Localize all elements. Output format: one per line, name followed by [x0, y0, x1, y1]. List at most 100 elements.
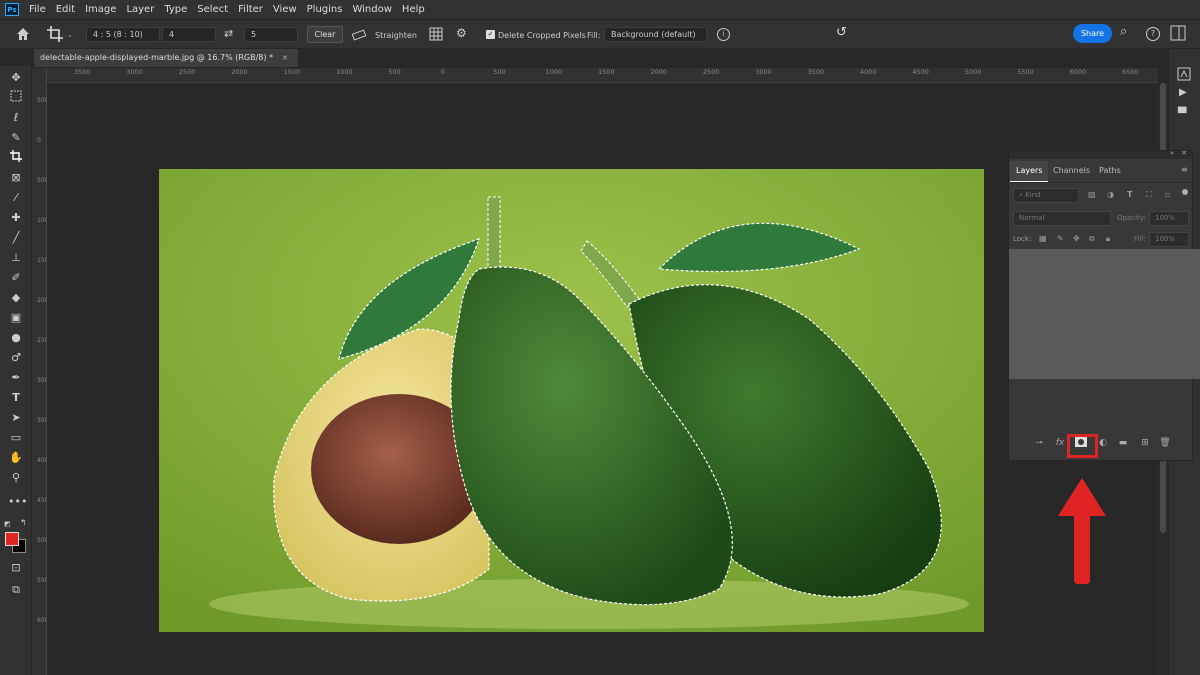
comment-icon[interactable]: ▀: [1178, 107, 1186, 120]
clear-button[interactable]: Clear: [307, 26, 343, 43]
fill-select[interactable]: Background (default): [604, 27, 707, 42]
filter-type-icon[interactable]: T: [1127, 190, 1132, 199]
quick-mask-icon[interactable]: ⊡: [8, 560, 24, 576]
lock-position-icon[interactable]: ✥: [1073, 234, 1080, 243]
default-colors-icon[interactable]: ◩: [4, 520, 11, 528]
zoom-icon[interactable]: ⚲: [8, 470, 24, 486]
layers-list[interactable]: [1009, 249, 1200, 379]
document-image[interactable]: [159, 169, 984, 632]
menu-filter[interactable]: Filter: [238, 4, 263, 15]
info-icon[interactable]: i: [717, 28, 730, 41]
brush-icon[interactable]: ╱: [8, 230, 24, 246]
blur-icon[interactable]: ●: [8, 330, 24, 346]
play-icon[interactable]: ▶: [1179, 87, 1187, 98]
blend-mode-select[interactable]: Normal: [1013, 211, 1111, 226]
crop-width-input[interactable]: 4: [162, 27, 216, 42]
menu-image[interactable]: Image: [85, 4, 116, 15]
straighten-label[interactable]: Straighten: [375, 31, 417, 40]
document-tab[interactable]: delectable-apple-displayed-marble.jpg @ …: [34, 49, 298, 67]
photoshop-logo[interactable]: Ps: [5, 3, 19, 16]
healing-brush-icon[interactable]: ✚: [8, 210, 24, 226]
grid-overlay-icon[interactable]: [429, 27, 443, 41]
delete-cropped-checkbox[interactable]: ✓: [486, 30, 495, 39]
ruler-tick: 2000: [37, 297, 53, 304]
pen-icon[interactable]: ✒: [8, 370, 24, 386]
lock-all-icon[interactable]: 🔒︎: [1106, 234, 1110, 244]
swap-icon[interactable]: ⇄: [224, 27, 233, 40]
hand-icon[interactable]: ✋: [8, 450, 24, 466]
move-tool-icon[interactable]: ✥: [8, 70, 24, 86]
menu-file[interactable]: File: [29, 4, 46, 15]
lock-artboard-icon[interactable]: ⧉: [1089, 234, 1095, 244]
ruler-tick: 5500: [1017, 68, 1034, 76]
new-layer-icon[interactable]: ⊞: [1139, 437, 1151, 449]
frame-tool-icon[interactable]: ⊠: [8, 170, 24, 186]
swap-colors-icon[interactable]: ↰: [20, 518, 27, 527]
menu-window[interactable]: Window: [352, 4, 391, 15]
delete-layer-icon[interactable]: 🗑︎: [1159, 437, 1171, 449]
help-icon[interactable]: ?: [1146, 27, 1160, 41]
tab-channels[interactable]: Channels: [1047, 161, 1096, 181]
lock-pixels-icon[interactable]: ✎: [1057, 234, 1064, 243]
crop-ratio-select[interactable]: 4 : 5 (8 : 10): [86, 27, 160, 42]
filter-toggle-icon[interactable]: [1182, 189, 1188, 195]
history-brush-icon[interactable]: ✐: [8, 270, 24, 286]
close-panel-icon[interactable]: ✕: [1181, 149, 1187, 157]
filter-pixel-icon[interactable]: ▨: [1088, 190, 1096, 199]
menu-type[interactable]: Type: [164, 4, 187, 15]
menu-view[interactable]: View: [273, 4, 297, 15]
filter-shape-icon[interactable]: ⛶: [1146, 190, 1152, 200]
opacity-input[interactable]: 100%: [1149, 211, 1189, 226]
filter-kind-select[interactable]: ⌕ Kind: [1013, 188, 1079, 203]
ruler-tick: 500: [37, 177, 49, 184]
panel-menu-icon[interactable]: ≡: [1181, 165, 1188, 174]
home-icon[interactable]: [15, 26, 31, 42]
filter-adjustment-icon[interactable]: ◑: [1107, 190, 1114, 199]
chevron-down-icon[interactable]: ⌄: [67, 31, 73, 39]
link-layers-icon[interactable]: ⊸: [1033, 437, 1045, 449]
path-selection-icon[interactable]: ➤: [8, 410, 24, 426]
menu-plugins[interactable]: Plugins: [307, 4, 343, 15]
new-group-icon[interactable]: ▬: [1117, 437, 1129, 449]
screen-mode-icon[interactable]: ⧉: [8, 582, 24, 598]
clone-stamp-icon[interactable]: ⊥: [8, 250, 24, 266]
lasso-tool-icon[interactable]: ℓ: [8, 110, 24, 126]
tab-layers[interactable]: Layers: [1010, 161, 1049, 182]
gear-icon[interactable]: ⚙: [456, 26, 467, 40]
collapse-icon[interactable]: »: [1170, 149, 1174, 157]
adjustment-layer-icon[interactable]: ◐: [1097, 437, 1109, 449]
search-icon[interactable]: ⌕: [1120, 24, 1127, 39]
eyedropper-icon[interactable]: ⁄: [8, 190, 24, 206]
ruler-tick: 2500: [178, 68, 196, 76]
fx-icon[interactable]: fx: [1054, 437, 1066, 449]
share-button[interactable]: Share: [1073, 24, 1112, 43]
panel-header-bar[interactable]: » ✕: [1009, 149, 1192, 159]
ruler-tick: 3000: [126, 68, 143, 76]
workspace-icon[interactable]: [1170, 25, 1186, 41]
quick-selection-icon[interactable]: ✎: [8, 130, 24, 146]
dodge-icon[interactable]: ♂: [8, 350, 24, 366]
straighten-icon[interactable]: [351, 28, 367, 42]
crop-icon[interactable]: [8, 150, 24, 166]
gradient-icon[interactable]: ▣: [8, 310, 24, 326]
foreground-color-swatch[interactable]: [5, 532, 19, 546]
lock-transparent-icon[interactable]: ▦: [1039, 234, 1047, 243]
more-tools-icon[interactable]: •••: [8, 494, 27, 510]
filter-smart-object-icon[interactable]: ▫: [1165, 190, 1170, 199]
close-tab-icon[interactable]: ×: [282, 53, 289, 62]
fill-opacity-input[interactable]: 100%: [1149, 232, 1189, 247]
crop-height-input[interactable]: 5: [244, 27, 298, 42]
menu-layer[interactable]: Layer: [126, 4, 154, 15]
tab-paths[interactable]: Paths: [1093, 161, 1127, 181]
reset-icon[interactable]: ↺: [836, 25, 847, 40]
type-tool-icon[interactable]: T: [8, 390, 24, 406]
learn-icon[interactable]: [1177, 67, 1191, 81]
rectangle-tool-icon[interactable]: ▭: [8, 430, 24, 446]
ruler-tick: 3000: [37, 377, 53, 384]
menu-select[interactable]: Select: [197, 4, 228, 15]
crop-tool-icon[interactable]: [46, 25, 64, 43]
menu-help[interactable]: Help: [402, 4, 425, 15]
marquee-tool-icon[interactable]: [8, 90, 24, 106]
menu-edit[interactable]: Edit: [56, 4, 75, 15]
eraser-icon[interactable]: ◆: [8, 290, 24, 306]
